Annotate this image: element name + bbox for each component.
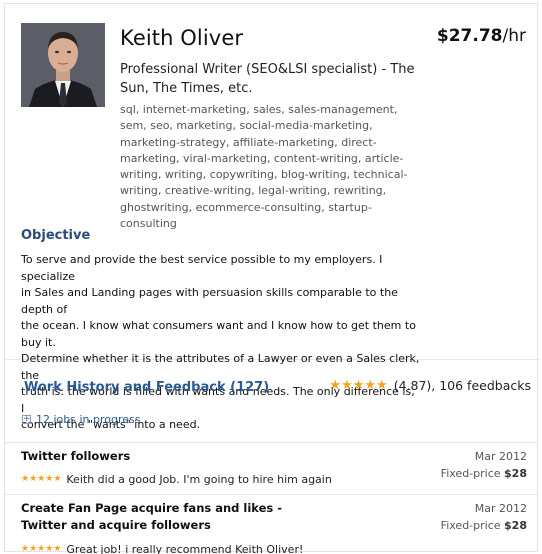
- star-icon: ★: [364, 377, 377, 393]
- star-icon: ★: [29, 474, 38, 484]
- work-history-heading[interactable]: Work History and Feedback (127): [24, 380, 269, 395]
- freelancer-name[interactable]: Keith Oliver: [120, 26, 243, 50]
- objective-line: To serve and provide the best service po…: [21, 253, 383, 283]
- plus-square-icon[interactable]: +: [22, 415, 31, 424]
- rating-stars: ★ ★ ★ ★ ★: [329, 377, 388, 393]
- rating-summary: (4.87), 106 feedbacks: [393, 378, 531, 393]
- job-feedback: ★ ★ ★ ★ ★ Great job! i really recommend …: [21, 543, 303, 554]
- job-price: Fixed-price $28: [441, 519, 527, 532]
- profile-section: Keith Oliver $27.78/hr Professional Writ…: [5, 4, 539, 431]
- job-feedback: ★ ★ ★ ★ ★ Keith did a good Job. I'm goin…: [21, 473, 332, 486]
- feedback-comment: Keith did a good Job. I'm going to hire …: [66, 473, 332, 486]
- star-icon: ★: [21, 544, 30, 554]
- objective-line: the ocean. I know what consumers want an…: [21, 319, 416, 349]
- job-date: Mar 2012: [474, 502, 527, 515]
- objective-line: in Sales and Landing pages with persuasi…: [21, 286, 398, 316]
- job-price-amount: $28: [504, 519, 527, 532]
- job-price-type: Fixed-price: [440, 519, 501, 532]
- objective-heading: Objective: [21, 228, 91, 243]
- job-date: Mar 2012: [474, 450, 527, 463]
- freelancer-profile-card: Keith Oliver $27.78/hr Professional Writ…: [4, 3, 539, 554]
- avatar-image: [21, 23, 105, 107]
- star-icon: ★: [376, 377, 388, 393]
- rate-unit: /hr: [502, 26, 527, 46]
- star-icon: ★: [37, 474, 46, 484]
- feedback-stars: ★ ★ ★ ★ ★: [21, 545, 61, 554]
- feedback-comment: Great job! i really recommend Keith Oliv…: [66, 543, 304, 554]
- star-icon: ★: [37, 544, 46, 554]
- star-icon: ★: [329, 377, 342, 393]
- work-history-section: Work History and Feedback (127) ★ ★ ★ ★ …: [5, 360, 539, 554]
- star-icon: ★: [29, 544, 38, 554]
- star-icon: ★: [341, 377, 353, 393]
- star-icon: ★: [21, 474, 30, 484]
- job-title[interactable]: Twitter followers: [21, 448, 321, 465]
- profile-photo[interactable]: [21, 23, 105, 107]
- skills-list: sql, internet-marketing, sales, sales-ma…: [120, 103, 408, 231]
- star-icon: ★: [53, 474, 62, 484]
- hourly-rate: $27.78/hr: [437, 26, 526, 46]
- job-title[interactable]: Create Fan Page acquire fans and likes -…: [21, 500, 321, 534]
- overall-rating: ★ ★ ★ ★ ★ (4.87), 106 feedbacks: [329, 378, 531, 393]
- rate-amount: $27.78: [436, 26, 503, 46]
- job-price-amount: $28: [504, 467, 527, 480]
- job-entry: Create Fan Page acquire fans and likes -…: [5, 494, 539, 554]
- star-icon: ★: [53, 544, 62, 554]
- job-price: Fixed-price $28: [441, 467, 527, 480]
- jobs-in-progress-label[interactable]: 12 jobs in progress: [36, 413, 141, 426]
- star-icon: ★: [45, 544, 54, 554]
- star-icon: ★: [45, 474, 54, 484]
- job-entry: Twitter followers Mar 2012 Fixed-price $…: [5, 442, 539, 496]
- jobs-in-progress-toggle[interactable]: + 12 jobs in progress: [22, 413, 141, 426]
- feedback-stars: ★ ★ ★ ★ ★: [21, 475, 61, 484]
- profile-headline: Professional Writer (SEO&LSI specialist)…: [120, 62, 415, 96]
- job-price-type: Fixed-price: [440, 467, 501, 480]
- star-icon: ★: [352, 377, 365, 393]
